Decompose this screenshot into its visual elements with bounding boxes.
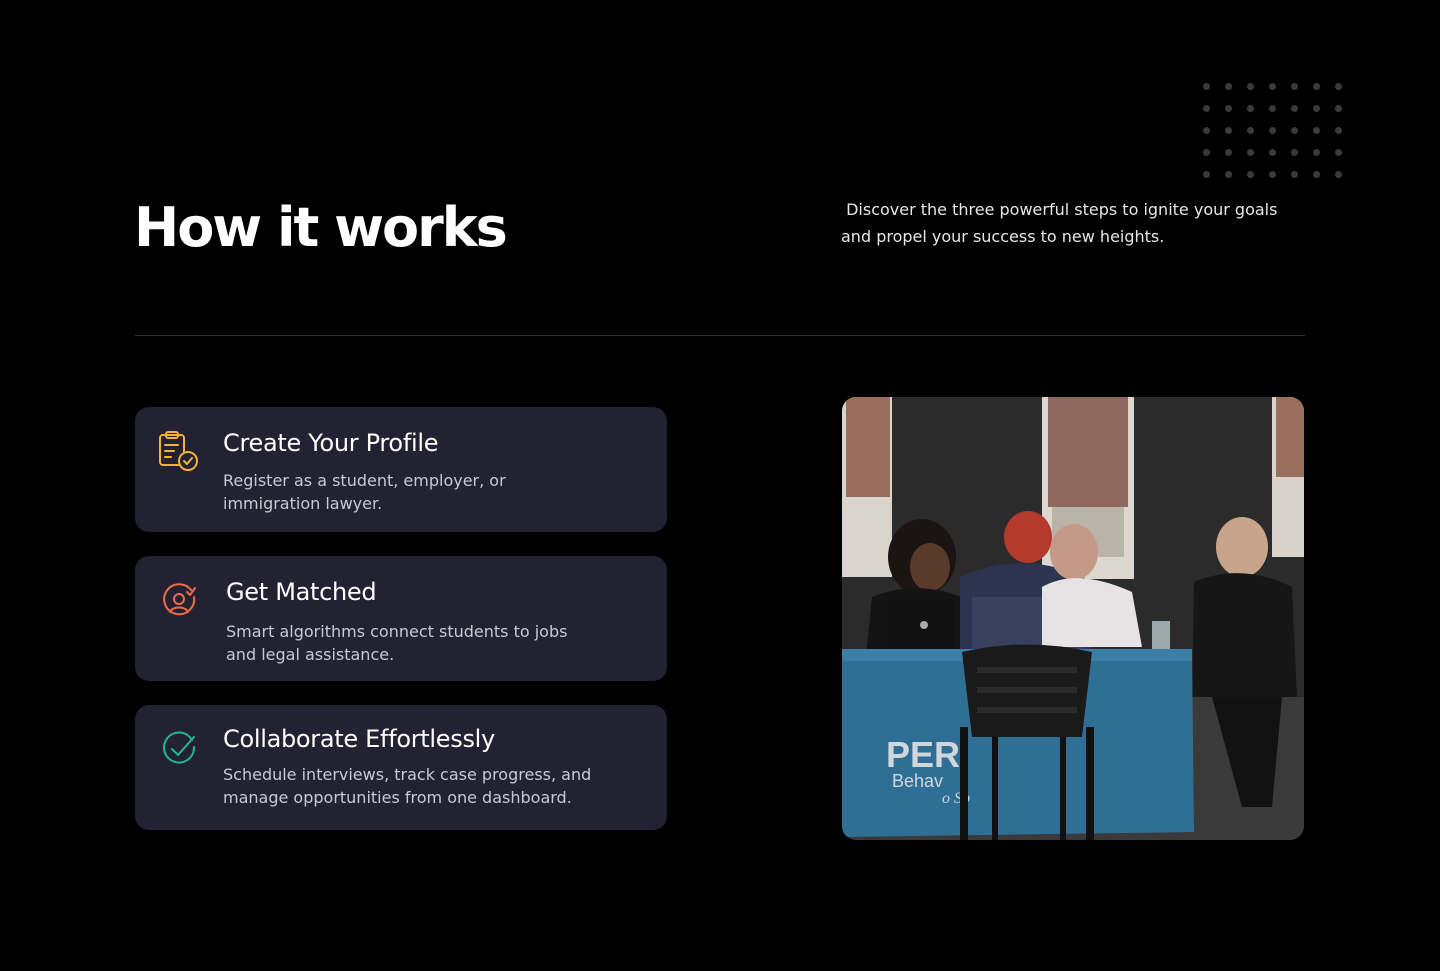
banner-text: PER xyxy=(886,734,960,775)
user-target-icon xyxy=(158,580,202,624)
step-title: Get Matched xyxy=(226,578,377,606)
step-description: Schedule interviews, track case progress… xyxy=(223,765,592,807)
career-fair-photo: PER Behav o Sp xyxy=(842,397,1304,840)
step-title: Create Your Profile xyxy=(223,429,439,457)
clipboard-check-icon xyxy=(156,429,200,473)
step-description: Smart algorithms connect students to job… xyxy=(226,622,568,664)
step-card-get-matched[interactable]: Get Matched Smart algorithms connect stu… xyxy=(135,556,667,681)
step-card-collaborate[interactable]: Collaborate Effortlessly Schedule interv… xyxy=(135,705,667,830)
decorative-dot-grid xyxy=(1203,83,1347,183)
section-subtitle: Discover the three powerful steps to ign… xyxy=(841,200,1278,246)
step-title: Collaborate Effortlessly xyxy=(223,725,495,753)
check-circle-icon xyxy=(158,727,202,771)
section-title: How it works xyxy=(134,196,508,259)
section-divider xyxy=(135,335,1305,336)
banner-subtext: Behav xyxy=(892,771,943,791)
step-card-create-profile[interactable]: Create Your Profile Register as a studen… xyxy=(135,407,667,532)
step-description: Register as a student, employer, or immi… xyxy=(223,471,506,513)
